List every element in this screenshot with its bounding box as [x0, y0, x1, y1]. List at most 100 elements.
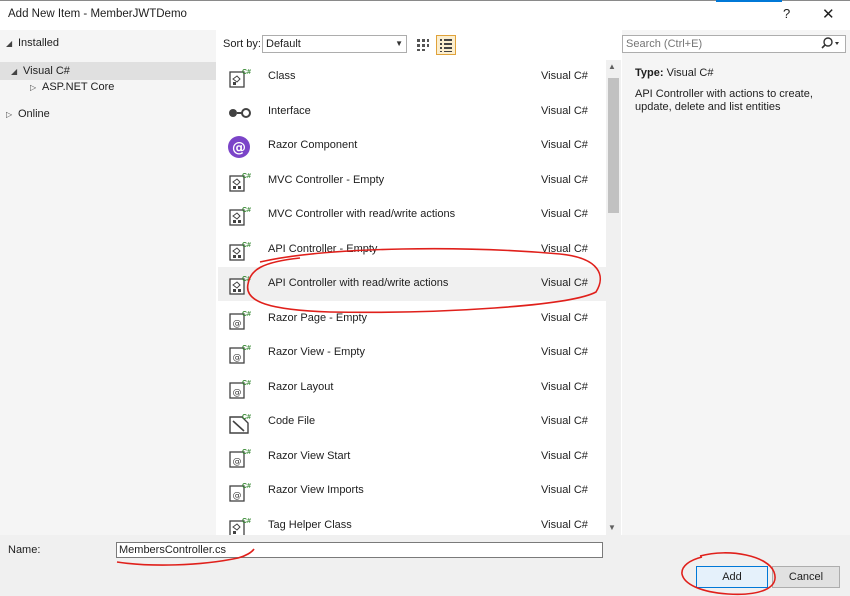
tag-helper-icon: C#	[227, 515, 251, 535]
list-item[interactable]: C# Tag Helper Class Visual C#	[218, 509, 606, 535]
sort-dropdown-value: Default	[266, 38, 301, 50]
list-item[interactable]: Interface Visual C#	[218, 95, 606, 129]
tree-item-label: Online	[18, 108, 50, 120]
list-view-icon	[440, 39, 452, 52]
razor-view-imports-icon: @ C#	[227, 480, 251, 504]
cancel-button[interactable]: Cancel	[772, 566, 840, 588]
item-name: MVC Controller with read/write actions	[268, 208, 456, 220]
scrollbar-thumb[interactable]	[608, 78, 619, 213]
razor-view-icon: @ C#	[227, 342, 251, 366]
razor-page-icon: @ C#	[227, 308, 251, 332]
list-item[interactable]: C# Class Visual C#	[218, 60, 606, 94]
item-language: Visual C#	[541, 484, 588, 496]
list-item[interactable]: @ C# Razor View - Empty Visual C#	[218, 336, 606, 370]
list-item[interactable]: @ C# Razor Page - Empty Visual C#	[218, 302, 606, 336]
search-field[interactable]	[622, 35, 846, 53]
item-language: Visual C#	[541, 208, 588, 220]
list-item[interactable]: @ Razor Component Visual C#	[218, 129, 606, 163]
item-language: Visual C#	[541, 139, 588, 151]
sort-dropdown[interactable]: Default ▼	[262, 35, 407, 53]
item-name: API Controller with read/write actions	[268, 277, 449, 289]
list-item[interactable]: @ C# Razor Layout Visual C#	[218, 371, 606, 405]
svg-text:@: @	[233, 353, 242, 363]
list-view-button[interactable]	[436, 35, 456, 55]
item-language: Visual C#	[541, 449, 588, 462]
svg-text:@: @	[232, 140, 246, 156]
search-input[interactable]	[623, 36, 809, 52]
svg-text:C#: C#	[242, 311, 251, 318]
class-icon: C#	[227, 66, 251, 90]
item-description: API Controller with actions to create, u…	[635, 88, 813, 113]
list-item[interactable]: @ C# Razor View Imports Visual C#	[218, 474, 606, 508]
item-language: Visual C#	[541, 277, 588, 289]
item-name: Class	[268, 70, 296, 82]
svg-text:C#: C#	[242, 69, 251, 76]
interface-icon	[227, 101, 251, 125]
svg-text:C#: C#	[242, 449, 251, 456]
item-language: Visual C#	[541, 415, 588, 427]
razor-view-start-icon: @ C#	[227, 446, 251, 470]
svg-text:C#: C#	[242, 518, 251, 525]
name-label: Name:	[8, 544, 41, 556]
item-name: Razor View Start	[268, 449, 351, 462]
list-item[interactable]: C# API Controller - Empty Visual C#	[218, 233, 606, 267]
list-item[interactable]: C# MVC Controller with read/write action…	[218, 198, 606, 232]
svg-text:C#: C#	[242, 276, 251, 283]
item-name: Razor View Imports	[268, 484, 364, 496]
search-icon[interactable]	[820, 36, 842, 52]
grid-view-icon	[417, 39, 429, 51]
tree-item-online[interactable]: ▷ Online	[6, 105, 50, 123]
item-language: Visual C#	[541, 380, 588, 393]
list-item[interactable]: @ C# Razor View Start Visual C#	[218, 440, 606, 474]
item-language: Visual C#	[541, 518, 588, 531]
controller-icon: C#	[227, 273, 251, 297]
add-button[interactable]: Add	[696, 566, 768, 588]
item-language: Visual C#	[541, 70, 588, 82]
svg-text:@: @	[233, 388, 242, 398]
svg-text:C#: C#	[242, 207, 251, 214]
tree-item-installed[interactable]: ◢ Installed	[6, 34, 59, 52]
list-item-selected[interactable]: C# API Controller with read/write action…	[218, 267, 606, 301]
razor-layout-icon: @ C#	[227, 377, 251, 401]
item-name: Razor View - Empty	[268, 346, 365, 358]
item-language: Visual C#	[541, 311, 588, 324]
svg-text:C#: C#	[242, 414, 251, 421]
item-name: Razor Layout	[268, 380, 334, 393]
expanded-triangle-icon[interactable]: ◢	[6, 35, 18, 53]
grid-view-button[interactable]	[414, 35, 432, 53]
svg-text:C#: C#	[242, 242, 251, 249]
svg-text:@: @	[233, 491, 242, 501]
svg-text:@: @	[233, 319, 242, 329]
close-button[interactable]: ✕	[822, 5, 835, 23]
list-item[interactable]: C# Code File Visual C#	[218, 405, 606, 439]
item-language: Visual C#	[541, 242, 588, 255]
item-name: API Controller - Empty	[268, 242, 378, 255]
item-name: MVC Controller - Empty	[268, 173, 385, 186]
list-item[interactable]: C# MVC Controller - Empty Visual C#	[218, 164, 606, 198]
expanded-triangle-icon[interactable]: ◢	[11, 63, 23, 81]
file-name-input[interactable]	[116, 542, 603, 558]
tree-item-label: ASP.NET Core	[42, 81, 115, 93]
collapsed-triangle-icon[interactable]: ▷	[30, 79, 42, 97]
scroll-up-arrow-icon[interactable]: ▲	[608, 62, 616, 71]
template-list: C# Class Visual C# Interface Visual C# @…	[218, 60, 606, 535]
type-value: Visual C#	[666, 67, 714, 79]
template-tree: ◢ Installed ◢ Visual C# ▷ ASP.NET Core ▷ Onl…	[0, 30, 216, 535]
type-label: Type:	[635, 67, 664, 79]
svg-text:C#: C#	[242, 173, 251, 180]
item-name: Tag Helper Class	[268, 518, 352, 531]
item-language: Visual C#	[541, 173, 588, 186]
controller-icon: C#	[227, 239, 251, 263]
scroll-down-arrow-icon[interactable]: ▼	[608, 523, 616, 532]
item-language: Visual C#	[541, 346, 588, 358]
item-name: Razor Page - Empty	[268, 311, 368, 324]
tree-item-aspnet-core[interactable]: ▷ ASP.NET Core	[30, 78, 114, 96]
item-name: Interface	[268, 104, 311, 117]
window-border-accent	[716, 0, 782, 2]
chevron-down-icon: ▼	[395, 39, 403, 48]
help-button[interactable]: ?	[783, 6, 790, 21]
collapsed-triangle-icon[interactable]: ▷	[6, 106, 18, 124]
svg-text:C#: C#	[242, 345, 251, 352]
svg-text:C#: C#	[242, 483, 251, 490]
svg-text:@: @	[233, 457, 242, 467]
